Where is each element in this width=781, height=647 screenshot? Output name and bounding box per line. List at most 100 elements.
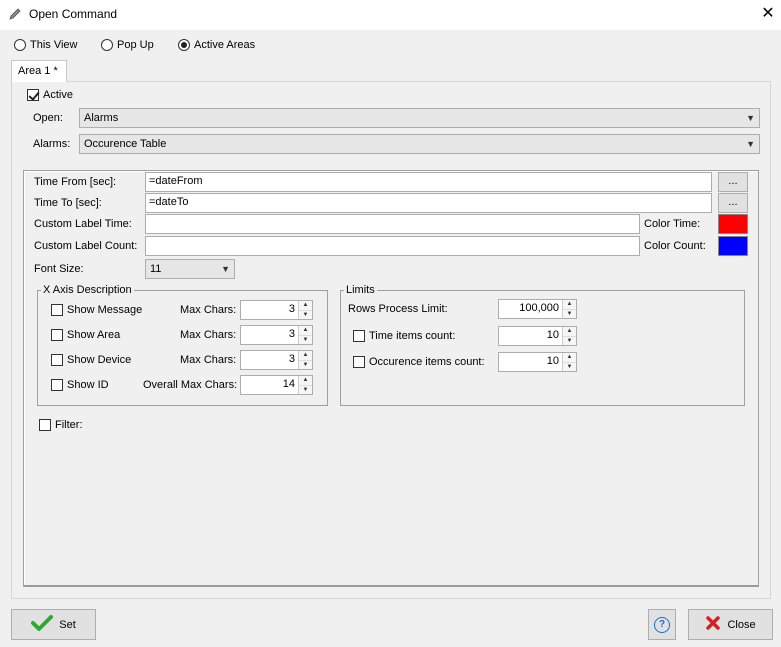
checkbox[interactable]: [27, 89, 39, 101]
window-title: Open Command: [29, 7, 118, 21]
color-count-swatch[interactable]: [718, 236, 748, 256]
spin-up-icon[interactable]: ▲: [299, 326, 312, 336]
checkbox[interactable]: [51, 379, 63, 391]
show-id-checkbox[interactable]: Show ID: [51, 379, 109, 391]
spin-up-icon[interactable]: ▲: [563, 327, 576, 337]
help-icon: ?: [654, 616, 670, 633]
occurence-items-count-spinner[interactable]: 10 ▲ ▼: [498, 352, 577, 372]
spin-up-icon[interactable]: ▲: [299, 376, 312, 386]
rows-process-limit-label: Rows Process Limit:: [348, 303, 448, 315]
time-to-label: Time To [sec]:: [34, 197, 102, 209]
spinner-arrows[interactable]: ▲ ▼: [298, 351, 312, 369]
radio-button[interactable]: [178, 39, 190, 51]
spin-down-icon[interactable]: ▼: [299, 335, 312, 344]
custom-label-count-label: Custom Label Count:: [34, 240, 138, 252]
rows-process-limit-spinner[interactable]: 100,000 ▲ ▼: [498, 299, 577, 319]
spin-down-icon[interactable]: ▼: [299, 310, 312, 319]
time-items-count-label: Time items count:: [369, 330, 456, 342]
spinner-arrows[interactable]: ▲ ▼: [562, 327, 576, 345]
spin-down-icon[interactable]: ▼: [563, 362, 576, 371]
divider: [24, 585, 759, 587]
color-count-label: Color Count:: [644, 240, 706, 252]
show-area-max-chars-spinner[interactable]: 3 ▲ ▼: [240, 325, 313, 345]
spin-up-icon[interactable]: ▲: [299, 351, 312, 361]
active-label: Active: [43, 89, 73, 101]
open-dropdown[interactable]: Alarms ▼: [79, 108, 760, 128]
spin-up-icon[interactable]: ▲: [299, 301, 312, 311]
chevron-down-icon: ▼: [221, 264, 230, 274]
show-area-checkbox[interactable]: Show Area: [51, 329, 120, 341]
checkbox[interactable]: [353, 356, 365, 368]
spin-up-icon[interactable]: ▲: [563, 300, 576, 310]
spinner-value: 3: [288, 353, 295, 365]
color-time-swatch[interactable]: [718, 214, 748, 234]
font-size-dropdown[interactable]: 11 ▼: [145, 259, 235, 279]
checkbox[interactable]: [51, 304, 63, 316]
time-items-count-checkbox[interactable]: Time items count:: [353, 330, 455, 342]
checkbox[interactable]: [39, 419, 51, 431]
custom-label-time-input[interactable]: [145, 214, 640, 234]
spinner-arrows[interactable]: ▲ ▼: [562, 353, 576, 371]
alarms-dropdown[interactable]: Occurence Table ▼: [79, 134, 760, 154]
spin-down-icon[interactable]: ▼: [563, 336, 576, 345]
title-bar: [0, 0, 781, 30]
spinner-arrows[interactable]: ▲ ▼: [298, 301, 312, 319]
spin-down-icon[interactable]: ▼: [563, 309, 576, 318]
radio-pop-up-label: Pop Up: [117, 39, 154, 51]
filter-checkbox[interactable]: Filter:: [39, 419, 83, 431]
help-button[interactable]: ?: [648, 609, 676, 640]
close-button-label: Close: [727, 618, 756, 631]
radio-button[interactable]: [101, 39, 113, 51]
radio-active-areas-label: Active Areas: [194, 39, 256, 51]
spin-down-icon[interactable]: ▼: [299, 385, 312, 394]
radio-pop-up[interactable]: Pop Up: [101, 39, 154, 51]
show-area-label: Show Area: [67, 329, 121, 341]
show-device-max-chars-spinner[interactable]: 3 ▲ ▼: [240, 350, 313, 370]
radio-active-areas[interactable]: Active Areas: [178, 39, 255, 51]
font-size-label: Font Size:: [34, 263, 84, 275]
radio-button[interactable]: [14, 39, 26, 51]
time-to-input[interactable]: =dateTo: [145, 193, 712, 213]
max-chars-label: Max Chars:: [180, 354, 237, 366]
window-close-button[interactable]: ✕: [757, 3, 779, 25]
close-icon: [705, 615, 721, 634]
show-device-label: Show Device: [67, 354, 132, 366]
occurence-items-count-label: Occurence items count:: [369, 356, 485, 368]
alarms-value: Occurence Table: [84, 138, 167, 150]
max-chars-label: Max Chars:: [180, 329, 237, 341]
spin-up-icon[interactable]: ▲: [563, 353, 576, 363]
spinner-arrows[interactable]: ▲ ▼: [298, 326, 312, 344]
close-button[interactable]: Close: [688, 609, 773, 640]
set-button[interactable]: Set: [11, 609, 96, 640]
spinner-value: 100,000: [519, 302, 559, 314]
checkbox[interactable]: [51, 354, 63, 366]
alarms-label: Alarms:: [33, 138, 71, 150]
custom-label-count-input[interactable]: [145, 236, 640, 256]
spinner-value: 10: [546, 355, 559, 367]
show-id-max-chars-spinner[interactable]: 14 ▲ ▼: [240, 375, 313, 395]
font-size-value: 11: [150, 263, 162, 275]
active-checkbox[interactable]: Active: [27, 89, 73, 101]
time-to-browse-button[interactable]: ...: [718, 193, 748, 213]
occurence-items-count-checkbox[interactable]: Occurence items count:: [353, 356, 485, 368]
pencil-icon: [8, 7, 22, 21]
time-from-browse-button[interactable]: ...: [718, 172, 748, 192]
time-items-count-spinner[interactable]: 10 ▲ ▼: [498, 326, 577, 346]
show-device-checkbox[interactable]: Show Device: [51, 354, 131, 366]
time-from-input[interactable]: =dateFrom: [145, 172, 712, 192]
open-value: Alarms: [84, 112, 119, 124]
checkbox[interactable]: [51, 329, 63, 341]
spinner-value: 3: [288, 303, 295, 315]
radio-this-view[interactable]: This View: [14, 39, 77, 51]
overall-max-chars-label: Overall Max Chars:: [143, 379, 238, 391]
spinner-arrows[interactable]: ▲ ▼: [298, 376, 312, 394]
spinner-arrows[interactable]: ▲ ▼: [562, 300, 576, 318]
set-button-label: Set: [59, 618, 76, 631]
show-message-checkbox[interactable]: Show Message: [51, 304, 142, 316]
checkbox[interactable]: [353, 330, 365, 342]
show-message-max-chars-spinner[interactable]: 3 ▲ ▼: [240, 300, 313, 320]
spinner-value: 14: [282, 378, 295, 390]
tab-area-1[interactable]: Area 1 *: [11, 60, 67, 82]
spin-down-icon[interactable]: ▼: [299, 360, 312, 369]
radio-this-view-label: This View: [30, 39, 78, 51]
